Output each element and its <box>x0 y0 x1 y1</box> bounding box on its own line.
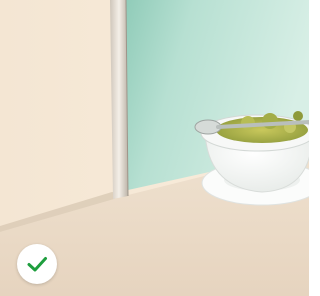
product-image-tile[interactable] <box>0 0 309 296</box>
checkmark-icon <box>27 257 47 272</box>
salad-leaf <box>262 113 278 129</box>
salad-leaf <box>293 111 303 121</box>
door-frame <box>110 0 128 199</box>
salad-leaf <box>241 116 255 130</box>
selected-checkmark-badge[interactable] <box>17 244 57 284</box>
